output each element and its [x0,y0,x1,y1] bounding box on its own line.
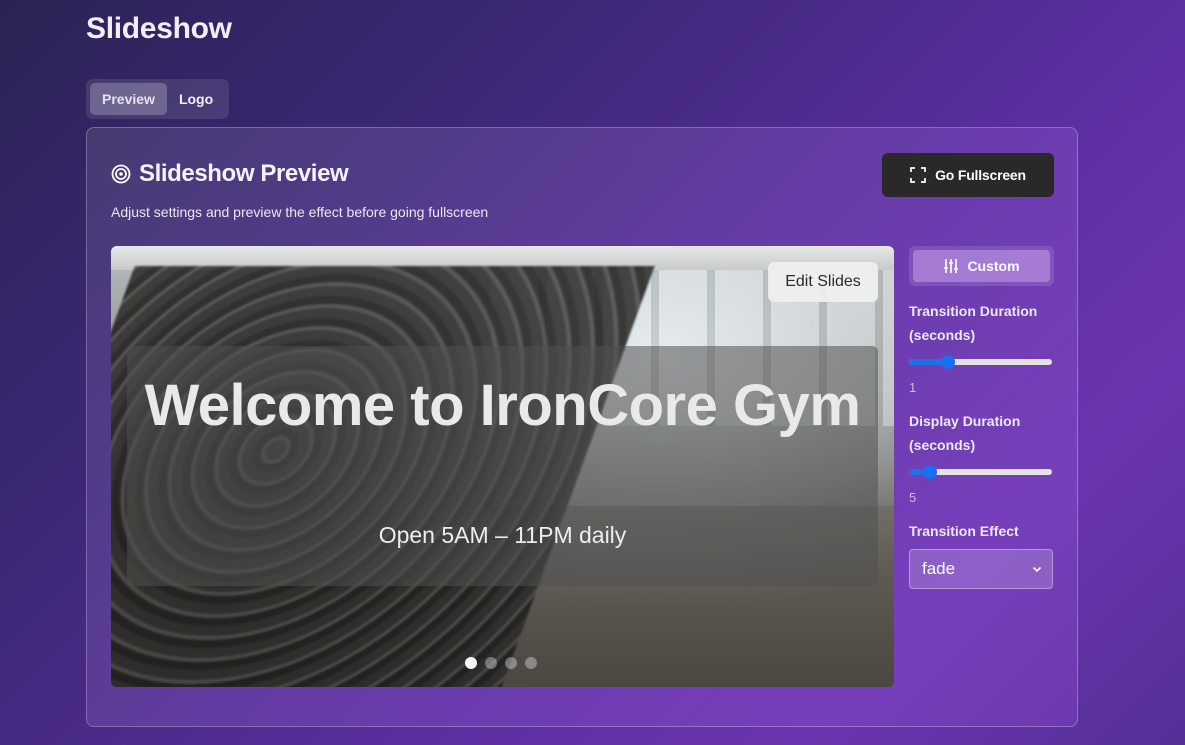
card-title: Slideshow Preview [139,160,349,187]
custom-preset-label: Custom [967,258,1020,274]
slide-headline: Welcome to IronCore Gym [144,373,861,438]
preset-group: Custom [909,246,1054,286]
tab-bar: Preview Logo [86,79,229,119]
card-heading: Slideshow Preview [111,160,349,188]
slide-text-overlay: Welcome to IronCore Gym Open 5AM – 11PM … [127,346,878,586]
transition-duration-control: Transition Duration (seconds) 1 [909,299,1054,395]
sliders-icon [944,259,959,273]
transition-effect-control: Transition Effect fade [909,519,1054,589]
display-duration-control: Display Duration (seconds) 5 [909,409,1054,505]
transition-duration-value: 1 [909,380,917,395]
slide-subline: Open 5AM – 11PM daily [378,522,627,548]
go-fullscreen-button[interactable]: Go Fullscreen [882,153,1054,197]
slide-dot[interactable] [505,657,517,669]
transition-duration-slider[interactable] [909,354,1052,370]
tab-preview[interactable]: Preview [90,83,167,115]
display-duration-label: Display Duration (seconds) [909,413,1021,453]
slideshow-preview-card: Slideshow Preview Adjust settings and pr… [86,127,1078,727]
transition-effect-select[interactable]: fade [909,549,1053,589]
transition-effect-label: Transition Effect [909,523,1019,539]
chevron-down-icon [1032,566,1042,573]
tab-logo[interactable]: Logo [167,83,225,115]
slider-thumb[interactable] [923,465,938,479]
page-title: Slideshow [86,12,232,45]
custom-preset-button[interactable]: Custom [913,250,1050,282]
slide-indicator [465,657,537,669]
target-icon [111,164,131,184]
settings-panel: Custom Transition Duration (seconds) 1 D… [909,246,1054,589]
transition-duration-label: Transition Duration (seconds) [909,303,1038,343]
fullscreen-icon [910,167,926,183]
slide-dot[interactable] [465,657,477,669]
slide-dot[interactable] [525,657,537,669]
slide-preview: Edit Slides Welcome to IronCore Gym Open… [111,246,894,687]
edit-slides-button[interactable]: Edit Slides [768,262,878,302]
slider-thumb[interactable] [941,355,956,369]
go-fullscreen-label: Go Fullscreen [935,167,1026,183]
display-duration-slider[interactable] [909,464,1052,480]
slide-dot[interactable] [485,657,497,669]
transition-effect-value: fade [922,559,956,578]
card-subtitle: Adjust settings and preview the effect b… [111,204,489,220]
display-duration-value: 5 [909,490,917,505]
